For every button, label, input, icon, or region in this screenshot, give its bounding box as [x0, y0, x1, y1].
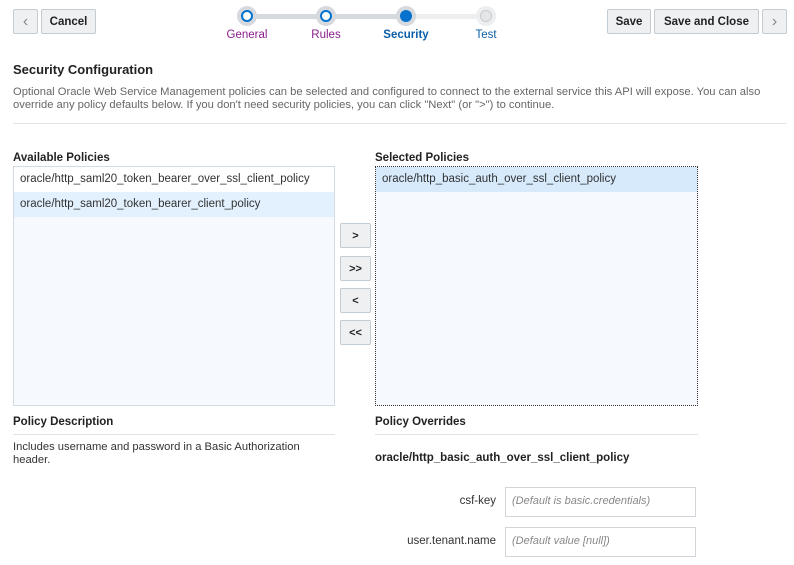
csf-key-input[interactable]: (Default is basic.credentials)	[505, 487, 696, 517]
chevron-right-icon: ›	[771, 12, 778, 30]
next-button[interactable]: ›	[762, 9, 787, 34]
move-all-button[interactable]: >>	[340, 256, 371, 281]
list-item[interactable]: oracle/http_saml20_token_bearer_client_p…	[14, 192, 334, 217]
override-policy-name: oracle/http_basic_auth_over_ssl_client_p…	[375, 452, 630, 464]
step-test-marker[interactable]	[480, 10, 492, 22]
page-title: Security Configuration	[13, 62, 154, 77]
step-rules-marker[interactable]	[320, 10, 332, 22]
policy-description-line1: Includes username and password in a Basi…	[13, 441, 300, 453]
available-policies-label: Available Policies	[13, 152, 110, 164]
move-button[interactable]: >	[340, 223, 371, 248]
step-security-marker	[400, 10, 412, 22]
list-item[interactable]: oracle/http_saml20_token_bearer_over_ssl…	[14, 167, 334, 192]
page-description-line2: override any policy defaults below. If y…	[13, 99, 555, 111]
policy-overrides-label: Policy Overrides	[375, 416, 466, 428]
selected-policies-label: Selected Policies	[375, 152, 469, 164]
selected-policies-list[interactable]: oracle/http_basic_auth_over_ssl_client_p…	[375, 166, 698, 406]
chevron-left-icon: ‹	[22, 12, 29, 30]
save-button[interactable]: Save	[607, 9, 651, 34]
step-rules-label[interactable]: Rules	[311, 29, 340, 41]
page-description-line1: Optional Oracle Web Service Management p…	[13, 86, 761, 98]
user-tenant-name-input[interactable]: (Default value [null])	[505, 527, 696, 557]
available-policies-list[interactable]: oracle/http_saml20_token_bearer_over_ssl…	[13, 166, 335, 406]
save-and-close-button[interactable]: Save and Close	[654, 9, 759, 34]
step-general-marker[interactable]	[241, 10, 253, 22]
policy-description-label: Policy Description	[13, 416, 114, 428]
step-general-label[interactable]: General	[227, 29, 268, 41]
remove-button[interactable]: <	[340, 288, 371, 313]
step-security-label: Security	[383, 29, 429, 41]
user-tenant-name-label: user.tenant.name	[407, 535, 496, 547]
back-button[interactable]: ‹	[13, 9, 38, 34]
cancel-button[interactable]: Cancel	[41, 9, 96, 34]
csf-key-label: csf-key	[459, 495, 496, 507]
train-track-pending	[407, 14, 487, 19]
step-test-label[interactable]: Test	[475, 29, 496, 41]
list-item[interactable]: oracle/http_basic_auth_over_ssl_client_p…	[376, 167, 697, 192]
remove-all-button[interactable]: <<	[340, 320, 371, 345]
policy-description-line2: header.	[13, 454, 51, 466]
